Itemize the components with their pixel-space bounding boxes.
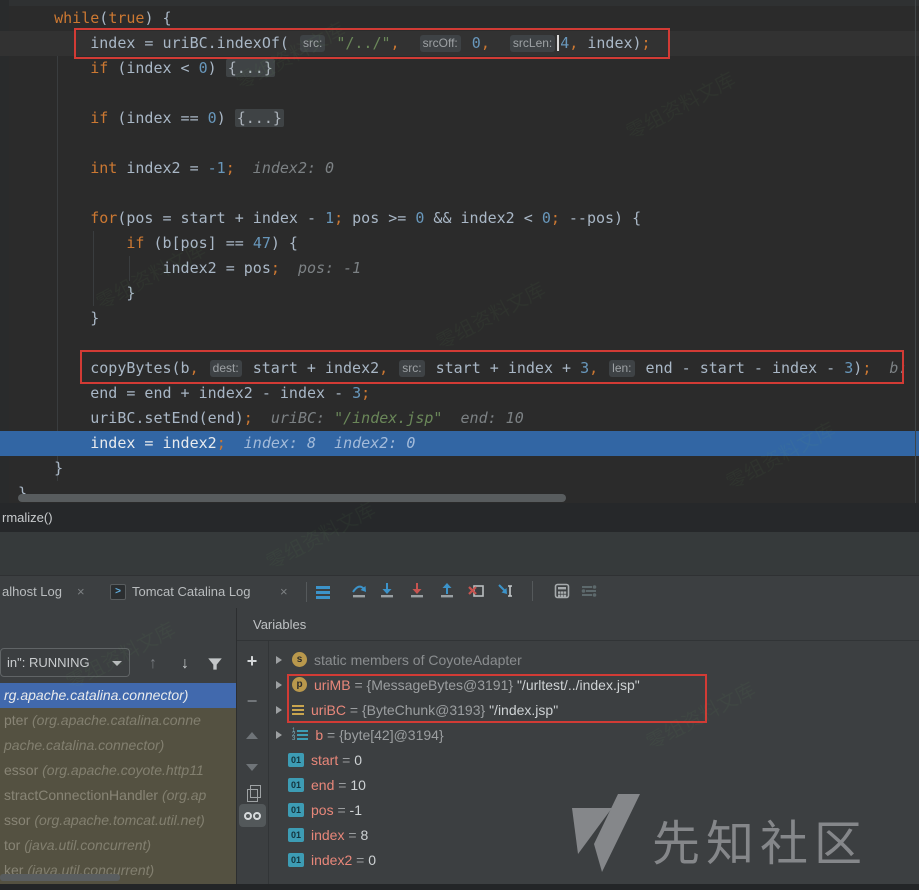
tab-localhost-log[interactable]: alhost Log [2,576,62,608]
primitive-icon: 01 [288,753,304,767]
show-watches-button[interactable] [239,804,266,827]
code-line[interactable]: int index2 = -1; index2: 0 [0,156,919,181]
code-editor[interactable]: while(true) { index = uriBC.indexOf( src… [0,0,919,503]
primitive-icon: 01 [288,853,304,867]
force-step-into-icon[interactable] [408,582,426,600]
expand-arrow-icon [276,731,282,739]
remove-watch-button[interactable]: − [243,692,261,710]
bottom-edge [0,884,919,890]
filter-icon[interactable] [206,655,224,673]
expand-arrow-icon [276,656,282,664]
frame-down-icon[interactable]: ↓ [176,655,194,673]
code-line[interactable]: if (b[pos] == 47) { [0,231,919,256]
stack-frame[interactable]: ssor (org.apache.tomcat.util.net) [0,808,236,833]
frame-up-icon[interactable]: ↑ [144,655,162,673]
run-to-cursor-icon[interactable] [497,582,515,600]
layout-settings-icon[interactable] [580,582,598,600]
add-watch-button[interactable]: + [243,652,261,670]
array-icon [297,730,308,732]
code-line[interactable]: uriBC.setEnd(end); uriBC: "/index.jsp" e… [0,406,919,431]
step-out-icon[interactable] [438,582,456,600]
binoculars-icon [244,812,252,820]
code-line[interactable]: } [0,456,919,481]
expand-arrow-icon [276,681,282,689]
thread-dropdown[interactable]: in": RUNNING [0,648,130,677]
annotation-rect-indexof [74,28,670,59]
menu-icon[interactable] [316,586,330,589]
brand-watermark: 先知社区 [652,804,868,874]
code-line[interactable]: if (index == 0) {...} [0,106,919,131]
toolbar-separator [532,581,533,601]
close-icon[interactable]: × [77,576,85,608]
editor-vscrollbar-edge [915,0,916,503]
move-up-button[interactable] [243,726,261,744]
variable-row[interactable]: sstatic members of CoyoteAdapter [268,647,919,672]
variable-row[interactable]: 1 2 3b = {byte[42]@3194} [268,722,919,747]
close-icon[interactable]: × [280,576,288,608]
code-line[interactable]: for(pos = start + index - 1; pos >= 0 &&… [0,206,919,231]
debugger-spacer-band [0,532,919,575]
toolbar-separator [306,582,307,602]
stack-frame[interactable]: pter (org.apache.catalina.conne [0,708,236,733]
stack-frame[interactable]: tor (java.util.concurrent) [0,833,236,858]
debugger-panel: Variables in": RUNNING ↑ ↓ rg.apache.cat… [0,608,919,884]
stack-frame[interactable]: essor (org.apache.coyote.http11 [0,758,236,783]
tab-tomcat-catalina-log[interactable]: Tomcat Catalina Log [132,576,251,608]
stack-frame[interactable]: rg.apache.catalina.connector) [0,683,236,708]
move-down-button[interactable] [243,758,261,776]
hscrollbar-thumb[interactable] [18,494,566,502]
code-line[interactable]: } [0,281,919,306]
code-line[interactable]: index2 = pos; pos: -1 [0,256,919,281]
stack-frame[interactable]: stractConnectionHandler (org.ap [0,783,236,808]
breadcrumb-method[interactable]: rmalize() [0,503,919,532]
debug-console-tabbar: alhost Log × > Tomcat Catalina Log × [0,575,919,608]
evaluate-expression-icon[interactable] [553,582,571,600]
brand-logo [570,792,644,876]
code-line[interactable] [0,81,919,106]
binoculars-icon [253,812,261,820]
thread-dropdown-label: in": RUNNING [7,655,90,670]
field-type-icon: s [292,652,307,667]
editor-hscrollbar[interactable] [0,494,919,503]
variable-row[interactable]: 01start = 0 [268,747,919,772]
ide-window: while(true) { index = uriBC.indexOf( src… [0,0,919,890]
expand-arrow-icon [276,706,282,714]
drop-frame-icon[interactable] [467,582,485,600]
step-over-icon[interactable] [350,582,368,600]
code-line[interactable] [0,131,919,156]
code-line[interactable]: } [0,306,919,331]
console-icon: > [110,584,126,600]
annotation-rect-copybytes [80,350,904,384]
code-line[interactable] [0,181,919,206]
frames-hscrollbar-thumb[interactable] [0,874,120,881]
stack-frame[interactable]: pache.catalina.connector) [0,733,236,758]
code-line[interactable]: if (index < 0) {...} [0,56,919,81]
chevron-down-icon [112,661,122,666]
array-index-digits: 1 2 3 [292,729,295,741]
step-into-icon[interactable] [378,582,396,600]
variables-panel-title: Variables [237,608,919,641]
primitive-icon: 01 [288,803,304,817]
code-line[interactable]: end = end + index2 - index - 3; [0,381,919,406]
annotation-rect-variables [287,674,707,723]
execution-line[interactable]: index = index2; index: 8 index2: 0 [0,431,919,456]
primitive-icon: 01 [288,828,304,842]
panel-divider[interactable] [236,608,237,884]
primitive-icon: 01 [288,778,304,792]
